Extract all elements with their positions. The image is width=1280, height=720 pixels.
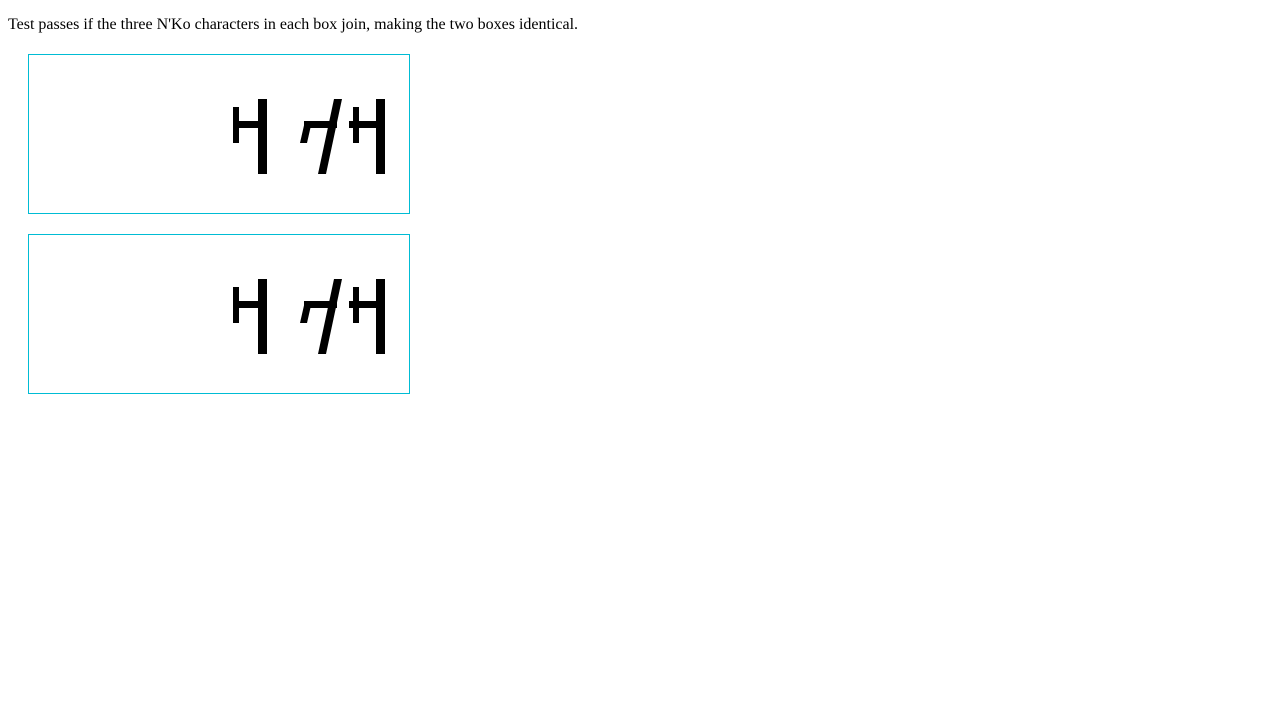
test-instructions: Test passes if the three N'Ko characters… [8,16,579,33]
nko-glyph-sequence [233,99,385,174]
nko-glyph-sequence [233,279,385,354]
nko-glyph-right [349,279,385,354]
nko-glyph-middle [300,279,342,354]
reference-box [28,54,410,214]
nko-glyph-left [233,279,267,354]
nko-glyph-left [233,99,267,174]
test-box [28,234,410,394]
nko-glyph-middle [300,99,342,174]
nko-glyph-right [349,99,385,174]
